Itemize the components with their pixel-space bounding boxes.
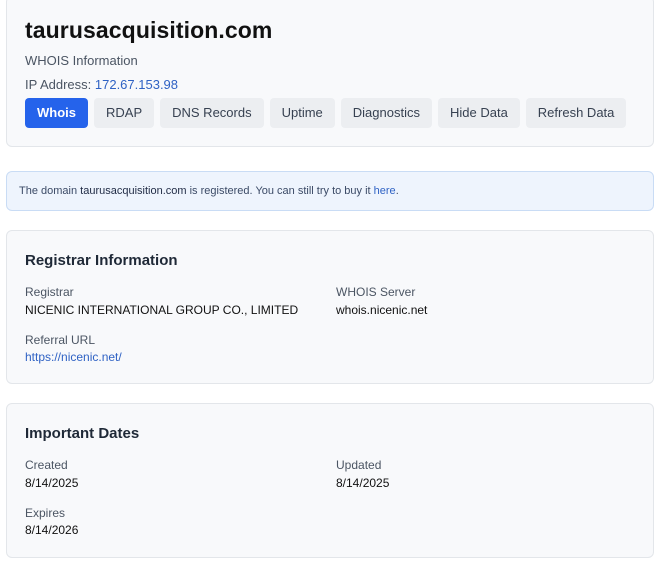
important-dates-card: Important Dates Created 8/14/2025 Update… [6,403,654,558]
refresh-data-button[interactable]: Refresh Data [525,98,627,128]
notice-text: The domain taurusacquisition.com is regi… [19,185,399,197]
updated-value: 8/14/2025 [336,476,390,490]
created-label: Created [25,458,68,472]
page-title: taurusacquisition.com [25,17,273,43]
registrar-info-card: Registrar Information Registrar NICENIC … [6,230,654,384]
hide-data-button[interactable]: Hide Data [437,98,520,128]
buy-domain-link[interactable]: here [374,185,396,197]
ip-address-label: IP Address: [25,77,92,92]
expires-value: 8/14/2026 [25,523,79,537]
registrar-label: Registrar [25,285,74,299]
notice-domain: taurusacquisition.com [80,185,187,197]
registrar-value: NICENIC INTERNATIONAL GROUP CO., LIMITED [25,303,299,317]
page-subtitle: WHOIS Information [25,53,138,68]
tab-dns-records[interactable]: DNS Records [160,98,264,128]
ip-address-link[interactable]: 172.67.153.98 [95,77,178,92]
ip-address-line: IP Address: 172.67.153.98 [25,77,178,92]
created-value: 8/14/2025 [25,476,79,490]
header-card: taurusacquisition.com WHOIS Information … [6,0,654,147]
dates-section-title: Important Dates [25,425,140,442]
notice-suffix: . [395,185,399,197]
referral-url-link[interactable]: https://nicenic.net/ [25,350,122,364]
tab-bar: Whois RDAP DNS Records Uptime Diagnostic… [25,98,627,128]
updated-label: Updated [336,458,382,472]
registration-notice: The domain taurusacquisition.com is regi… [6,171,654,211]
notice-prefix: The domain [19,185,78,197]
tab-uptime[interactable]: Uptime [269,98,335,128]
tab-diagnostics[interactable]: Diagnostics [340,98,432,128]
whois-server-value: whois.nicenic.net [336,303,428,317]
tab-whois[interactable]: Whois [25,98,88,128]
notice-middle: is registered. You can still try to buy … [189,185,371,197]
tab-rdap[interactable]: RDAP [94,98,155,128]
expires-label: Expires [25,506,66,520]
registrar-section-title: Registrar Information [25,252,178,269]
whois-server-label: WHOIS Server [336,285,416,299]
referral-url-label: Referral URL [25,333,96,347]
